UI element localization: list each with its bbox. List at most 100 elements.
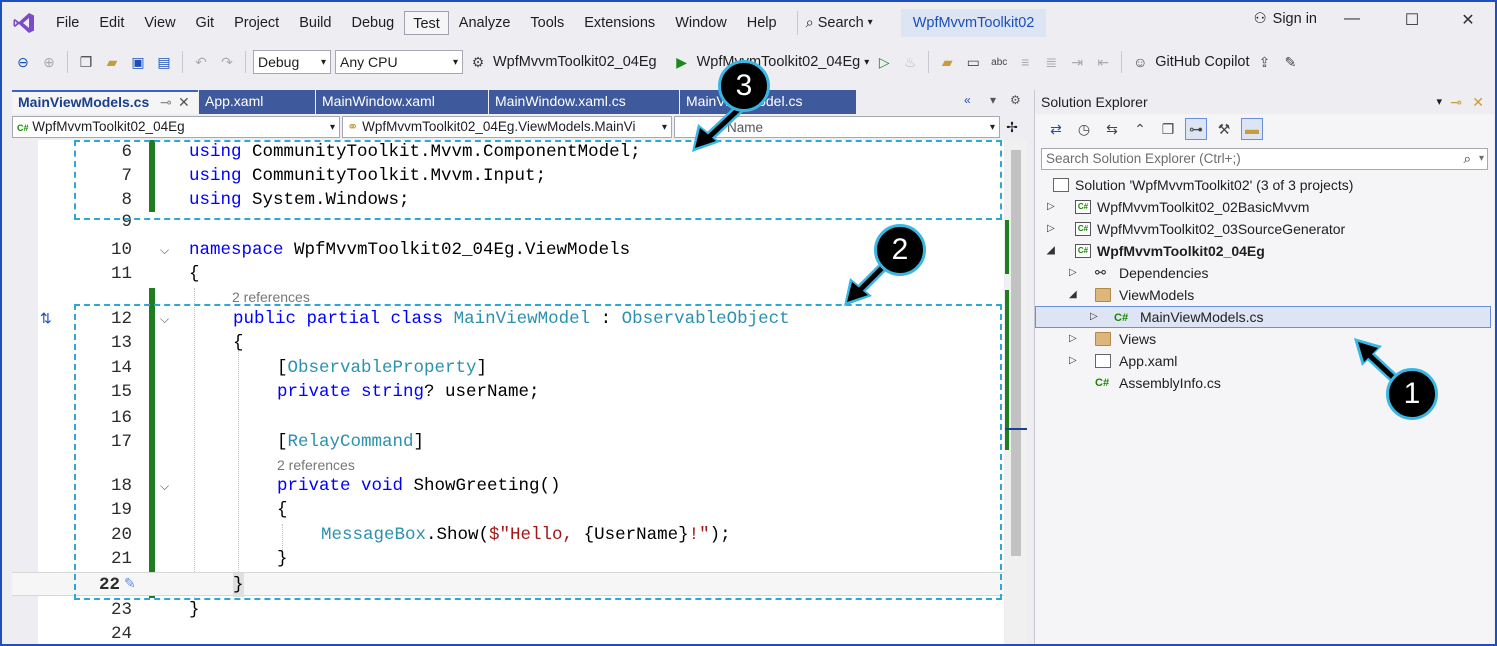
menu-file[interactable]: File xyxy=(46,11,89,35)
save-icon[interactable]: ▣ xyxy=(127,51,149,73)
tree-view-icon[interactable]: ⊶ xyxy=(1185,118,1207,140)
menu-view[interactable]: View xyxy=(134,11,185,35)
tree-item-label: ViewModels xyxy=(1119,287,1195,303)
share-icon[interactable]: ⇪ xyxy=(1254,51,1276,73)
line-number: 10 xyxy=(110,240,132,260)
expand-arrow-icon[interactable]: ▷ xyxy=(1069,328,1077,350)
tree-item-project[interactable]: ▷ C# WpfMvvmToolkit02_03SourceGenerator xyxy=(1035,218,1491,240)
search-button[interactable]: ⌕ Search ▾ xyxy=(796,11,881,35)
search-placeholder: Search Solution Explorer (Ctrl+;) xyxy=(1046,151,1241,166)
tree-item-folder[interactable]: ◢ ViewModels xyxy=(1035,284,1491,306)
visual-studio-logo-icon[interactable] xyxy=(2,2,46,44)
tab-list-dropdown-icon[interactable]: ▾ xyxy=(990,93,996,107)
expand-arrow-icon[interactable]: ▷ xyxy=(1069,262,1077,284)
save-all-icon[interactable]: ▤ xyxy=(153,51,175,73)
properties-icon[interactable]: ⚒ xyxy=(1213,118,1235,140)
expand-arrow-icon[interactable]: ▷ xyxy=(1047,196,1055,218)
menu-analyze[interactable]: Analyze xyxy=(449,11,521,35)
minimize-button[interactable]: — xyxy=(1337,10,1367,28)
menu-debug[interactable]: Debug xyxy=(341,11,404,35)
tab-mainviewmodels-cs[interactable]: MainViewModels.cs ⊸ ✕ xyxy=(12,90,198,114)
start-debugging-icon[interactable]: ▶ xyxy=(671,51,693,73)
history-icon[interactable]: ◷ xyxy=(1073,118,1095,140)
expand-arrow-icon[interactable]: ▷ xyxy=(1069,350,1077,372)
close-icon[interactable]: ✕ xyxy=(1472,90,1484,114)
feedback-icon[interactable]: ✎ xyxy=(1280,51,1302,73)
menu-git[interactable]: Git xyxy=(186,11,225,35)
copilot-icon[interactable]: ☺ xyxy=(1129,51,1151,73)
scrollbar-thumb[interactable] xyxy=(1011,150,1021,556)
editor-tab-strip: MainViewModels.cs ⊸ ✕ App.xaml MainWindo… xyxy=(2,90,1032,114)
tree-item-solution[interactable]: Solution 'WpfMvvmToolkit02' (3 of 3 proj… xyxy=(1035,174,1491,196)
sync-icon[interactable]: ⇆ xyxy=(1101,118,1123,140)
startup-project-label[interactable]: WpfMvvmToolkit02_04Eg xyxy=(493,54,657,70)
expand-arrow-icon[interactable]: ▷ xyxy=(1047,218,1055,240)
menu-project[interactable]: Project xyxy=(224,11,289,35)
close-icon[interactable]: ✕ xyxy=(178,92,190,112)
tree-item-folder[interactable]: ▷ Views xyxy=(1035,328,1491,350)
menu-test[interactable]: Test xyxy=(404,11,449,35)
spell-check-icon[interactable]: abc xyxy=(988,51,1010,73)
tree-item-startup-project[interactable]: ◢ C# WpfMvvmToolkit02_04Eg xyxy=(1035,240,1491,262)
new-project-icon[interactable]: ❐ xyxy=(75,51,97,73)
split-editor-icon[interactable]: ✢ xyxy=(1002,116,1022,138)
tab-mainwindow-xaml-cs[interactable]: MainWindow.xaml.cs xyxy=(489,90,679,114)
pin-icon[interactable]: ⊸ xyxy=(1450,90,1462,114)
tab-mainwindow-xaml[interactable]: MainWindow.xaml xyxy=(316,90,488,114)
member-nav-select[interactable]: Name ▾ xyxy=(674,116,1000,138)
codelens-references[interactable]: 2 references xyxy=(232,289,310,305)
collapse-all-icon[interactable]: ⌃ xyxy=(1129,118,1151,140)
configuration-select[interactable]: Debug ▾ xyxy=(253,50,331,74)
chevron-down-icon[interactable]: ▾ xyxy=(864,57,869,68)
collapse-chevron-icon[interactable]: ⌵ xyxy=(160,238,169,262)
menu-tools[interactable]: Tools xyxy=(520,11,574,35)
maximize-button[interactable]: ☐ xyxy=(1397,10,1427,30)
pin-icon[interactable]: ⊸ xyxy=(160,92,172,112)
type-nav-select[interactable]: ⚭ WpfMvvmToolkit02_04Eg.ViewModels.MainV… xyxy=(342,116,672,138)
project-nav-select[interactable]: C# WpfMvvmToolkit02_04Eg ▾ xyxy=(12,116,340,138)
tab-label: App.xaml xyxy=(205,93,264,109)
navigate-back-icon[interactable]: ⊖ xyxy=(12,51,34,73)
solution-explorer-search[interactable]: Search Solution Explorer (Ctrl+;) ⌕ ▾ xyxy=(1041,148,1488,170)
scroll-tabs-icon[interactable]: « xyxy=(964,93,971,107)
tree-item-selected-file[interactable]: ▷ C# MainViewModels.cs xyxy=(1035,306,1491,328)
tree-item-project[interactable]: ▷ C# WpfMvvmToolkit02_02BasicMvvm xyxy=(1035,196,1491,218)
tree-item-file[interactable]: ▷ App.xaml xyxy=(1035,350,1491,372)
uncomment-icon[interactable]: ≣ xyxy=(1040,51,1062,73)
close-window-button[interactable]: ✕ xyxy=(1453,10,1483,30)
indent-icon[interactable]: ⇥ xyxy=(1066,51,1088,73)
menu-edit[interactable]: Edit xyxy=(89,11,134,35)
chevron-down-icon: ▾ xyxy=(661,121,667,133)
hot-reload-icon[interactable]: ♨ xyxy=(899,51,921,73)
github-copilot-label[interactable]: GitHub Copilot xyxy=(1155,54,1249,70)
open-folder-icon[interactable]: ▰ xyxy=(101,51,123,73)
start-without-debugging-icon[interactable]: ▷ xyxy=(873,51,895,73)
switch-views-icon[interactable]: ⇄ xyxy=(1045,118,1067,140)
settings-icon[interactable]: ⚙ xyxy=(1010,93,1021,107)
expand-arrow-icon[interactable]: ▷ xyxy=(1090,306,1098,328)
menu-extensions[interactable]: Extensions xyxy=(574,11,665,35)
comment-icon[interactable]: ≡ xyxy=(1014,51,1036,73)
folder-icon[interactable]: ▰ xyxy=(936,51,958,73)
editor-vertical-scrollbar[interactable] xyxy=(1005,140,1027,644)
run-target-label[interactable]: WpfMvvmToolkit02_04Eg xyxy=(697,54,861,70)
platform-select[interactable]: Any CPU ▾ xyxy=(335,50,463,74)
tree-item-dependencies[interactable]: ▷ ⚯ Dependencies xyxy=(1035,262,1491,284)
collapse-arrow-icon[interactable]: ◢ xyxy=(1069,284,1077,306)
navigate-forward-icon[interactable]: ⊕ xyxy=(38,51,60,73)
solution-explorer-title-bar: Solution Explorer ▾ ⊸ ✕ xyxy=(1035,90,1494,114)
tab-app-xaml[interactable]: App.xaml xyxy=(199,90,315,114)
undo-icon[interactable]: ↶ xyxy=(190,51,212,73)
show-all-files-icon[interactable]: ❐ xyxy=(1157,118,1179,140)
redo-icon[interactable]: ↷ xyxy=(216,51,238,73)
gear-icon[interactable]: ⚙ xyxy=(467,51,489,73)
menu-help[interactable]: Help xyxy=(737,11,787,35)
menu-build[interactable]: Build xyxy=(289,11,341,35)
chevron-down-icon[interactable]: ▾ xyxy=(1436,90,1442,114)
layout-icon[interactable]: ▭ xyxy=(962,51,984,73)
menu-window[interactable]: Window xyxy=(665,11,737,35)
collapse-arrow-icon[interactable]: ◢ xyxy=(1047,240,1055,262)
outdent-icon[interactable]: ⇤ xyxy=(1092,51,1114,73)
sign-in-button[interactable]: ⚇ Sign in xyxy=(1254,11,1317,27)
preview-icon[interactable]: ▬ xyxy=(1241,118,1263,140)
